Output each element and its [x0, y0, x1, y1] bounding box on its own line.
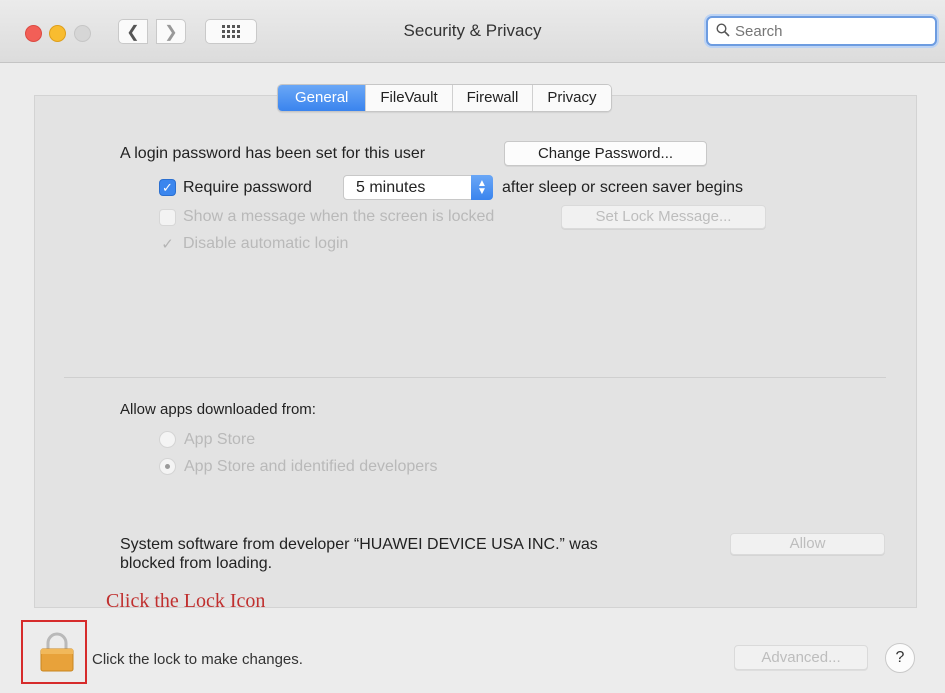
show-message-checkbox[interactable]	[159, 209, 176, 226]
search-field[interactable]	[706, 16, 937, 46]
tab-privacy[interactable]: Privacy	[532, 85, 611, 111]
show-message-label: Show a message when the screen is locked	[183, 208, 495, 225]
disable-auto-login-checkbox[interactable]: ✓	[159, 235, 176, 253]
require-password-checkbox[interactable]: ✓	[159, 179, 176, 196]
search-icon	[716, 22, 730, 40]
checkmark-icon: ✓	[161, 235, 174, 253]
lock-button[interactable]	[39, 632, 75, 672]
radio-app-store-label: App Store	[184, 431, 256, 448]
checkmark-icon: ✓	[162, 179, 173, 195]
allow-apps-heading: Allow apps downloaded from:	[120, 401, 316, 418]
tab-firewall[interactable]: Firewall	[451, 85, 533, 111]
help-icon: ?	[895, 649, 905, 666]
blocked-software-text-line1: System software from developer “HUAWEI D…	[120, 536, 598, 553]
advanced-button[interactable]: Advanced...	[734, 645, 868, 670]
after-sleep-text: after sleep or screen saver begins	[502, 179, 744, 196]
disable-auto-login-label: Disable automatic login	[183, 235, 349, 252]
radio-selected-dot	[165, 464, 170, 469]
login-password-text: A login password has been set for this u…	[120, 145, 426, 162]
require-password-popup[interactable]: 5 minutes ▲ ▼	[343, 175, 493, 200]
general-panel	[34, 95, 917, 608]
popup-chevrons-icon: ▲ ▼	[471, 175, 493, 200]
help-button[interactable]: ?	[885, 643, 915, 673]
tab-bar: General FileVault Firewall Privacy	[277, 84, 612, 112]
lock-icon	[40, 632, 74, 672]
tab-general[interactable]: General	[278, 85, 366, 111]
titlebar: ❮ ❯ Security & Privacy	[0, 0, 945, 63]
radio-app-store[interactable]	[159, 431, 176, 448]
search-input[interactable]	[733, 21, 927, 41]
require-password-label: Require password	[183, 179, 312, 196]
set-lock-message-button[interactable]: Set Lock Message...	[561, 205, 766, 229]
lock-instructions: Click the lock to make changes.	[92, 651, 303, 668]
security-privacy-window: ❮ ❯ Security & Privacy General FileVault…	[0, 0, 945, 693]
tab-filevault[interactable]: FileVault	[365, 85, 452, 111]
change-password-button[interactable]: Change Password...	[504, 141, 707, 166]
allow-button[interactable]: Allow	[730, 533, 885, 555]
annotation-text: Click the Lock Icon	[106, 590, 266, 612]
section-divider	[64, 377, 886, 378]
blocked-software-text-line2: blocked from loading.	[120, 555, 273, 572]
radio-identified-developers[interactable]	[159, 458, 176, 475]
require-password-value: 5 minutes	[356, 179, 426, 196]
radio-identified-developers-label: App Store and identified developers	[184, 458, 438, 475]
